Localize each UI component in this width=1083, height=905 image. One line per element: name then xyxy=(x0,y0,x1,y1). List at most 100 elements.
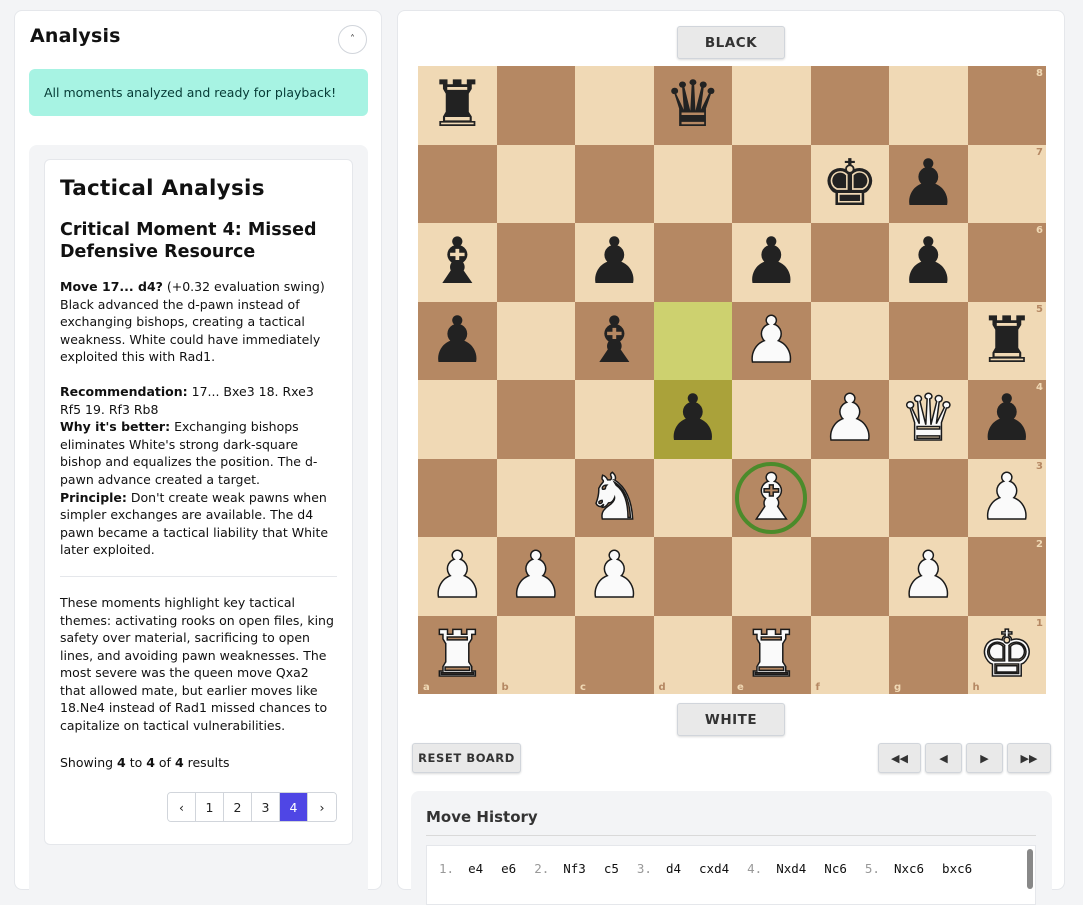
square-g5[interactable] xyxy=(889,301,968,380)
scrollbar[interactable] xyxy=(1027,849,1033,889)
square-c4[interactable] xyxy=(575,380,654,459)
square-e7[interactable] xyxy=(732,144,811,223)
square-g4[interactable]: ♛ xyxy=(889,380,968,459)
square-a2[interactable]: ♟ xyxy=(418,537,497,616)
pagination-page-1[interactable]: 1 xyxy=(196,793,224,821)
black-pawn-icon[interactable]: ♟ xyxy=(586,230,643,294)
square-a3[interactable] xyxy=(418,458,497,537)
square-a7[interactable] xyxy=(418,144,497,223)
square-e1[interactable]: e ♜ xyxy=(732,615,811,694)
square-d1[interactable]: d xyxy=(653,615,732,694)
square-b6[interactable] xyxy=(496,223,575,302)
square-h8[interactable]: 8 xyxy=(967,66,1046,145)
black-player-button[interactable]: BLACK xyxy=(677,26,785,59)
square-h5[interactable]: 5 ♜ xyxy=(967,301,1046,380)
white-move[interactable]: Nxd4 xyxy=(776,861,806,876)
white-player-button[interactable]: WHITE xyxy=(677,703,785,736)
square-e3[interactable]: ♝ xyxy=(732,458,811,537)
next-move-button[interactable]: ▶ xyxy=(966,743,1003,773)
square-b5[interactable] xyxy=(496,301,575,380)
pagination-page-4[interactable]: 4 xyxy=(280,793,308,821)
square-b4[interactable] xyxy=(496,380,575,459)
square-h3[interactable]: 3 ♟ xyxy=(967,458,1046,537)
white-king-icon[interactable]: ♚ xyxy=(977,622,1036,688)
white-move[interactable]: Nf3 xyxy=(563,861,586,876)
square-d6[interactable] xyxy=(653,223,732,302)
square-g1[interactable]: g xyxy=(889,615,968,694)
prev-move-button[interactable]: ◀ xyxy=(925,743,962,773)
square-f7[interactable]: ♚ xyxy=(810,144,889,223)
black-bishop-icon[interactable]: ♝ xyxy=(429,230,486,294)
black-move[interactable]: Nc6 xyxy=(824,861,847,876)
square-e2[interactable] xyxy=(732,537,811,616)
square-h6[interactable]: 6 xyxy=(967,223,1046,302)
black-bishop-icon[interactable]: ♝ xyxy=(586,309,643,373)
white-knight-icon[interactable]: ♞ xyxy=(585,465,644,531)
square-b1[interactable]: b xyxy=(496,615,575,694)
square-b7[interactable] xyxy=(496,144,575,223)
black-move[interactable]: c5 xyxy=(604,861,619,876)
black-move[interactable]: cxd4 xyxy=(699,861,729,876)
black-rook-icon[interactable]: ♜ xyxy=(429,73,486,137)
pagination-next-button[interactable]: › xyxy=(308,793,336,821)
square-e8[interactable] xyxy=(732,66,811,145)
square-g3[interactable] xyxy=(889,458,968,537)
square-f5[interactable] xyxy=(810,301,889,380)
white-pawn-icon[interactable]: ♟ xyxy=(506,544,565,610)
square-d8[interactable]: ♛ xyxy=(653,66,732,145)
square-c3[interactable]: ♞ xyxy=(575,458,654,537)
white-queen-icon[interactable]: ♛ xyxy=(899,387,958,453)
white-pawn-icon[interactable]: ♟ xyxy=(428,544,487,610)
pagination-page-3[interactable]: 3 xyxy=(252,793,280,821)
black-move[interactable]: e6 xyxy=(501,861,516,876)
square-e5[interactable]: ♟ xyxy=(732,301,811,380)
square-b8[interactable] xyxy=(496,66,575,145)
square-f3[interactable] xyxy=(810,458,889,537)
white-move[interactable]: d4 xyxy=(666,861,681,876)
square-b2[interactable]: ♟ xyxy=(496,537,575,616)
black-pawn-icon[interactable]: ♟ xyxy=(978,387,1035,451)
reset-board-button[interactable]: RESET BOARD xyxy=(412,743,521,773)
black-move[interactable]: bxc6 xyxy=(942,861,972,876)
square-f2[interactable] xyxy=(810,537,889,616)
square-d3[interactable] xyxy=(653,458,732,537)
first-move-button[interactable]: ◀◀ xyxy=(878,743,921,773)
pagination-page-2[interactable]: 2 xyxy=(224,793,252,821)
black-pawn-icon[interactable]: ♟ xyxy=(900,152,957,216)
square-h2[interactable]: 2 xyxy=(967,537,1046,616)
square-a8[interactable]: ♜ xyxy=(418,66,497,145)
square-c2[interactable]: ♟ xyxy=(575,537,654,616)
square-h7[interactable]: 7 xyxy=(967,144,1046,223)
last-move-button[interactable]: ▶▶ xyxy=(1007,743,1051,773)
square-c1[interactable]: c xyxy=(575,615,654,694)
white-move[interactable]: e4 xyxy=(468,861,483,876)
square-d4[interactable]: ♟ xyxy=(653,380,732,459)
white-pawn-icon[interactable]: ♟ xyxy=(977,465,1036,531)
square-a1[interactable]: a ♜ xyxy=(418,615,497,694)
square-c5[interactable]: ♝ xyxy=(575,301,654,380)
square-g8[interactable] xyxy=(889,66,968,145)
square-f6[interactable] xyxy=(810,223,889,302)
collapse-button[interactable]: ˄ xyxy=(338,25,367,54)
white-pawn-icon[interactable]: ♟ xyxy=(585,544,644,610)
square-c6[interactable]: ♟ xyxy=(575,223,654,302)
white-pawn-icon[interactable]: ♟ xyxy=(820,387,879,453)
square-f4[interactable]: ♟ xyxy=(810,380,889,459)
black-rook-icon[interactable]: ♜ xyxy=(978,309,1035,373)
white-pawn-icon[interactable]: ♟ xyxy=(899,544,958,610)
square-f8[interactable] xyxy=(810,66,889,145)
white-move[interactable]: Nxc6 xyxy=(894,861,924,876)
square-a6[interactable]: ♝ xyxy=(418,223,497,302)
square-b3[interactable] xyxy=(496,458,575,537)
square-a4[interactable] xyxy=(418,380,497,459)
square-f1[interactable]: f xyxy=(810,615,889,694)
black-pawn-icon[interactable]: ♟ xyxy=(429,309,486,373)
square-h4[interactable]: 4 ♟ xyxy=(967,380,1046,459)
square-e6[interactable]: ♟ xyxy=(732,223,811,302)
black-pawn-icon[interactable]: ♟ xyxy=(900,230,957,294)
square-c7[interactable] xyxy=(575,144,654,223)
white-pawn-icon[interactable]: ♟ xyxy=(742,308,801,374)
white-rook-icon[interactable]: ♜ xyxy=(428,622,487,688)
move-history-list[interactable]: 1. e4 e6 2. Nf3 c5 3. d4 cxd4 4. Nxd4 Nc6 5. Nxc6 bxc6 xyxy=(426,845,1036,905)
black-king-icon[interactable]: ♚ xyxy=(821,152,878,216)
